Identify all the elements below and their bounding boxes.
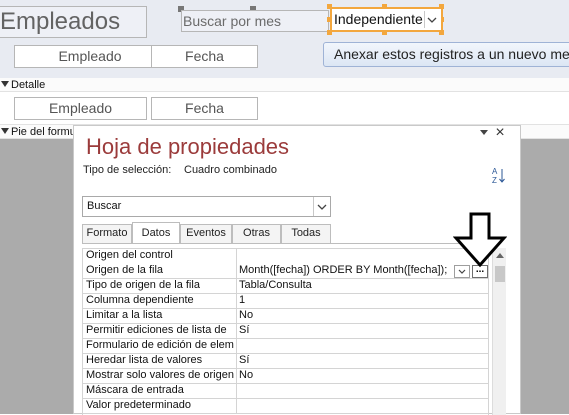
scrollbar-thumb[interactable] bbox=[495, 266, 505, 282]
property-sheet-title: Hoja de propiedades bbox=[86, 134, 290, 159]
sort-az-icon[interactable]: A Z bbox=[489, 166, 507, 186]
property-value[interactable]: Tabla/Consulta bbox=[239, 278, 489, 293]
property-name: Limitar a la lista bbox=[86, 309, 163, 321]
selection-type-value: Cuadro combinado bbox=[184, 164, 277, 176]
tab-otras[interactable]: Otras bbox=[232, 224, 281, 243]
property-row[interactable]: Columna dependiente 1 bbox=[82, 293, 489, 309]
section-arrow-icon bbox=[1, 81, 9, 87]
property-name: Tipo de origen de la fila bbox=[86, 279, 200, 291]
property-name: Origen de la fila bbox=[86, 264, 164, 276]
property-grid: Origen del control Origen de la fila Mon… bbox=[82, 248, 489, 415]
property-name: Columna dependiente bbox=[86, 294, 194, 306]
search-by-month-label[interactable]: Buscar por mes bbox=[181, 10, 329, 32]
detail-section-label: Detalle bbox=[11, 79, 46, 91]
tab-eventos[interactable]: Eventos bbox=[180, 224, 232, 243]
tab-formato[interactable]: Formato bbox=[82, 224, 132, 243]
form-header-section: Empleados Buscar por mes Independiente E… bbox=[0, 0, 569, 78]
detail-section-bar[interactable]: Detalle bbox=[0, 78, 569, 92]
selection-type-label: Tipo de selección: bbox=[83, 164, 172, 176]
property-row[interactable]: Heredar lista de valores Sí bbox=[82, 353, 489, 369]
property-name: Heredar lista de valores bbox=[86, 354, 203, 366]
close-icon[interactable]: × bbox=[492, 125, 508, 141]
property-row[interactable]: Tipo de origen de la fila Tabla/Consulta bbox=[82, 278, 489, 294]
property-row[interactable]: Origen del control bbox=[82, 248, 489, 264]
panel-menu-chevron-icon[interactable] bbox=[480, 130, 488, 135]
property-value[interactable]: Sí bbox=[239, 353, 489, 368]
svg-text:A: A bbox=[492, 167, 498, 176]
detail-section: Empleado Fecha bbox=[0, 92, 569, 124]
section-arrow-icon bbox=[1, 128, 9, 134]
property-row[interactable]: Mostrar solo valores de origen No bbox=[82, 368, 489, 384]
append-records-button[interactable]: Anexar estos registros a un nuevo mes bbox=[323, 42, 569, 67]
property-name: Mostrar solo valores de origen bbox=[86, 369, 234, 381]
property-row[interactable]: Máscara de entrada bbox=[82, 383, 489, 399]
detail-field-fecha[interactable]: Fecha bbox=[151, 97, 258, 120]
tab-datos[interactable]: Datos bbox=[132, 222, 180, 244]
property-name: Formulario de edición de elementos bbox=[86, 339, 234, 351]
property-value[interactable]: Month([fecha]) ORDER BY Month([fecha]); bbox=[239, 263, 451, 278]
property-value[interactable]: No bbox=[239, 308, 489, 323]
property-name: Valor predeterminado bbox=[86, 399, 191, 411]
property-row[interactable]: Limitar a la lista No bbox=[82, 308, 489, 324]
chevron-down-icon[interactable] bbox=[313, 197, 330, 216]
header-label-empleado[interactable]: Empleado bbox=[14, 45, 166, 68]
svg-text:Z: Z bbox=[492, 176, 497, 185]
form-title-label[interactable]: Empleados bbox=[0, 6, 147, 38]
property-row[interactable]: Formulario de edición de elementos bbox=[82, 338, 489, 354]
property-row-selected[interactable]: Origen de la fila Month([fecha]) ORDER B… bbox=[82, 263, 489, 279]
object-selector-value: Buscar bbox=[87, 200, 122, 212]
property-row[interactable]: Valor predeterminado bbox=[82, 398, 489, 414]
property-name: Permitir ediciones de lista de bbox=[86, 324, 227, 336]
property-row[interactable]: Permitir ediciones de lista de Sí bbox=[82, 323, 489, 339]
tab-strip-divider bbox=[82, 243, 500, 244]
header-label-fecha[interactable]: Fecha bbox=[151, 45, 258, 68]
annotation-down-arrow-icon bbox=[452, 212, 508, 268]
property-value[interactable]: No bbox=[239, 368, 489, 383]
detail-field-empleado[interactable]: Empleado bbox=[14, 97, 147, 120]
property-value[interactable]: 1 bbox=[239, 293, 489, 308]
property-grid-scrollbar[interactable] bbox=[492, 248, 506, 415]
search-month-combobox[interactable]: Independiente bbox=[330, 7, 443, 32]
object-selector-dropdown[interactable]: Buscar bbox=[82, 196, 331, 217]
chevron-down-icon[interactable] bbox=[424, 11, 439, 28]
property-name: Máscara de entrada bbox=[86, 384, 184, 396]
property-sheet-panel: × Hoja de propiedades Tipo de selección:… bbox=[73, 125, 521, 415]
property-name: Origen del control bbox=[86, 249, 173, 261]
property-value[interactable]: Sí bbox=[239, 323, 489, 338]
combobox-value: Independiente bbox=[334, 11, 423, 27]
tab-todas[interactable]: Todas bbox=[281, 224, 331, 243]
